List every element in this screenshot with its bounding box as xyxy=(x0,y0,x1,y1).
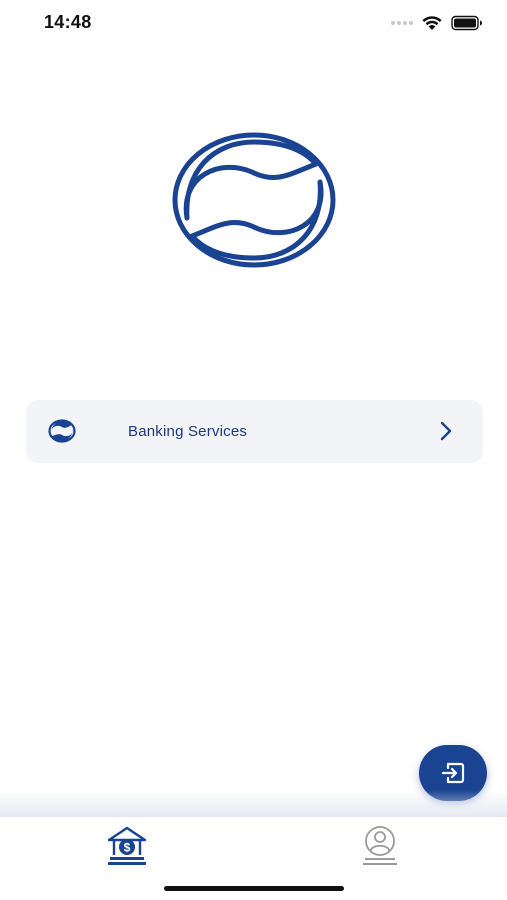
banking-services-label: Banking Services xyxy=(128,423,248,440)
status-icons xyxy=(391,13,483,33)
wifi-icon xyxy=(422,16,442,30)
battery-icon xyxy=(451,15,482,31)
bank-logo-icon xyxy=(172,132,336,268)
tab-profile[interactable] xyxy=(361,825,399,867)
bank-logo xyxy=(172,132,336,268)
chevron-right-icon xyxy=(440,421,452,441)
app-screen: 14:48 Banking Services $ xyxy=(0,0,507,900)
bank-logo-icon xyxy=(48,419,76,443)
exit-login-icon xyxy=(441,762,465,784)
tab-bar-shadow xyxy=(0,790,507,818)
svg-text:$: $ xyxy=(124,841,131,855)
user-profile-icon xyxy=(363,826,397,865)
home-indicator[interactable] xyxy=(164,886,344,891)
status-time: 14:48 xyxy=(44,12,92,32)
signal-dots-icon xyxy=(391,21,413,25)
tab-home[interactable]: $ xyxy=(106,825,148,867)
bank-dollar-icon: $ xyxy=(107,826,147,865)
banking-services-button[interactable]: Banking Services xyxy=(26,400,483,463)
status-bar: 14:48 xyxy=(0,0,507,46)
